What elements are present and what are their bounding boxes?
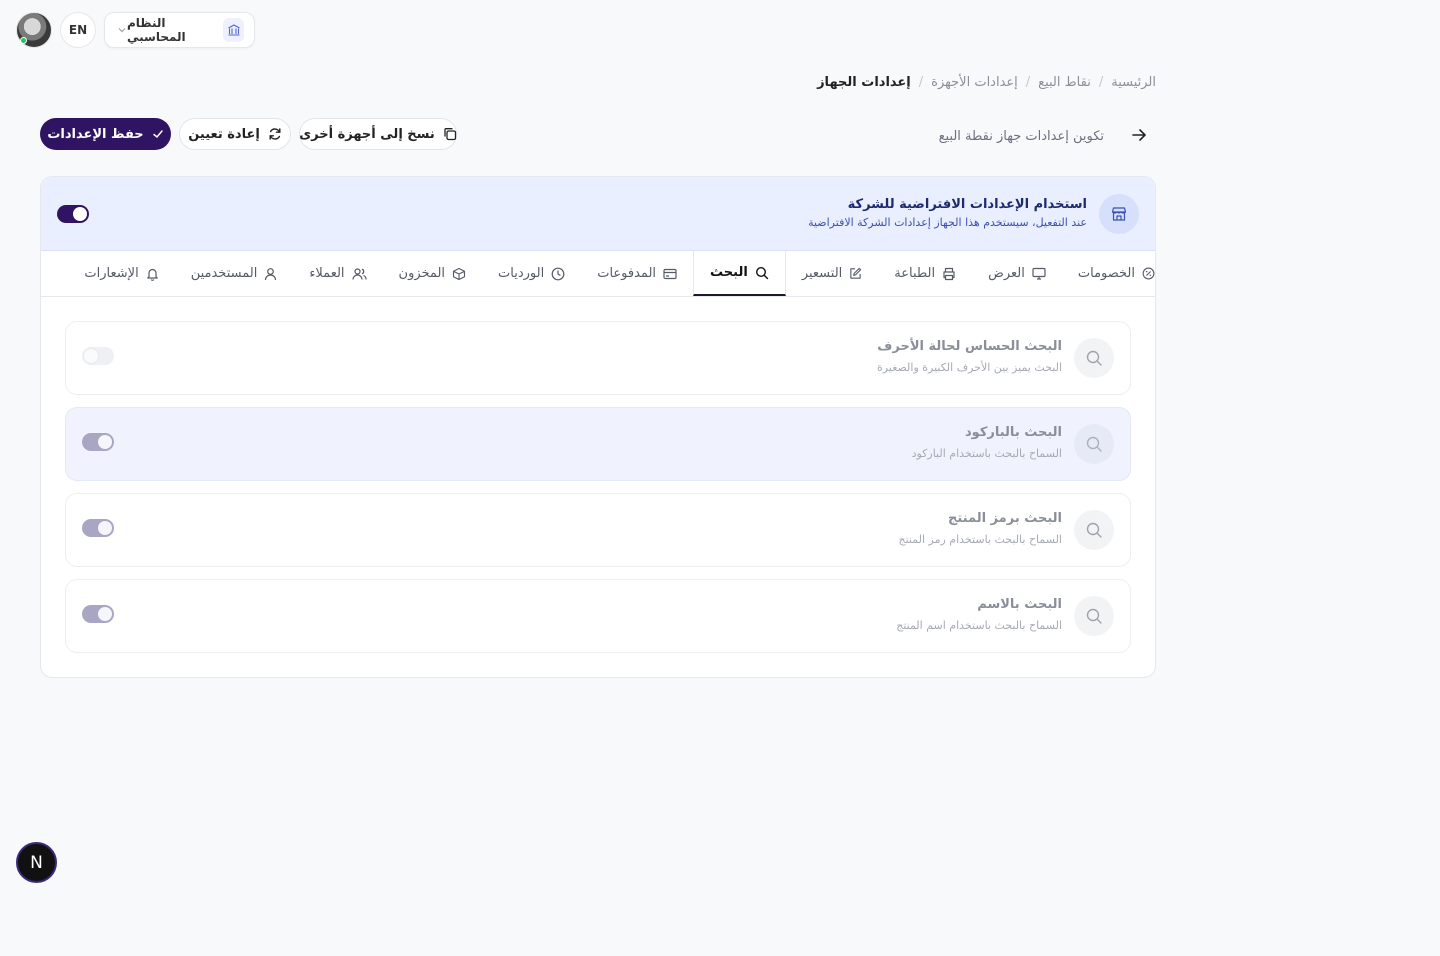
user-icon — [264, 267, 277, 281]
store-icon — [1099, 194, 1139, 234]
tab-label: التسعير — [801, 266, 843, 281]
tab-label: الطباعة — [894, 266, 936, 281]
tab-search[interactable]: البحث — [693, 251, 786, 296]
tab-label: المستخدمين — [190, 266, 258, 281]
search-icon — [1074, 338, 1114, 378]
breadcrumb: الرئيسية / نقاط البيع / إعدادات الأجهزة … — [817, 72, 1156, 92]
company-defaults-banner: استخدام الإعدادات الافتراضية للشركة عند … — [41, 177, 1155, 251]
online-status-dot — [20, 37, 27, 44]
reset-label: إعادة تعيين — [188, 126, 260, 142]
setting-row-barcode: البحث بالباركود السماح بالبحث باستخدام ا… — [65, 407, 1131, 481]
page-subtitle: تكوين إعدادات جهاز نقطة البيع — [938, 129, 1104, 144]
check-icon — [152, 128, 164, 140]
tab-payments[interactable]: المدفوعات — [581, 251, 693, 296]
printer-icon — [942, 267, 956, 281]
chevron-down-icon — [117, 25, 127, 35]
setting-description: البحث يميز بين الأحرف الكبيرة والصغيرة — [877, 361, 1062, 374]
tab-label: العرض — [988, 266, 1025, 281]
tab-label: الخصومات — [1077, 266, 1135, 281]
company-defaults-title: استخدام الإعدادات الافتراضية للشركة — [847, 197, 1087, 212]
search-icon — [1074, 424, 1114, 464]
bell-icon — [146, 267, 159, 281]
breadcrumb-separator: / — [918, 74, 924, 90]
tab-users[interactable]: المستخدمين — [175, 251, 294, 296]
language-toggle-button[interactable]: EN — [60, 12, 96, 48]
refresh-icon — [268, 127, 282, 141]
case-sensitive-toggle[interactable] — [82, 347, 114, 365]
tab-shifts[interactable]: الورديات — [482, 251, 581, 296]
breadcrumb-pos[interactable]: نقاط البيع — [1038, 75, 1091, 90]
users-icon — [351, 267, 367, 281]
search-icon — [1074, 510, 1114, 550]
clock-icon — [551, 267, 565, 281]
name-search-toggle[interactable] — [82, 605, 114, 623]
setting-title: البحث بالباركود — [965, 425, 1062, 440]
setting-description: السماح بالبحث باستخدام اسم المنتج — [896, 619, 1062, 632]
system-select-label: النظام المحاسبي — [127, 16, 186, 44]
setting-title: البحث الحساس لحالة الأحرف — [877, 339, 1062, 354]
breadcrumb-current: إعدادات الجهاز — [817, 74, 911, 90]
tab-notifications[interactable]: الإشعارات — [68, 251, 174, 296]
tab-label: المخزون — [398, 266, 446, 281]
back-arrow-button[interactable] — [1128, 124, 1150, 146]
tab-pricing[interactable]: التسعير — [786, 251, 878, 296]
breadcrumb-device-settings[interactable]: إعدادات الأجهزة — [931, 75, 1018, 90]
tab-customers[interactable]: العملاء — [293, 251, 382, 296]
company-defaults-toggle[interactable] — [57, 205, 89, 223]
setting-title: البحث بالاسم — [977, 597, 1062, 612]
tab-label: الورديات — [498, 266, 545, 281]
user-avatar[interactable] — [16, 12, 52, 48]
setting-row-name: البحث بالاسم السماح بالبحث باستخدام اسم … — [65, 579, 1131, 653]
device-settings-card: استخدام الإعدادات الافتراضية للشركة عند … — [40, 176, 1156, 678]
copy-to-devices-button[interactable]: نسخ إلى أجهزة أخرى — [299, 118, 457, 150]
tab-discounts[interactable]: الخصومات — [1062, 251, 1155, 296]
tab-display[interactable]: العرض — [972, 251, 1062, 296]
box-icon — [452, 267, 466, 281]
save-settings-button[interactable]: حفظ الإعدادات — [40, 118, 171, 150]
setting-title: البحث برمز المنتج — [948, 511, 1062, 526]
system-select[interactable]: النظام المحاسبي — [104, 12, 255, 48]
copy-to-devices-label: نسخ إلى أجهزة أخرى — [299, 126, 435, 142]
company-defaults-description: عند التفعيل، سيستخدم هذا الجهاز إعدادات … — [808, 216, 1087, 229]
bank-icon — [223, 18, 244, 42]
breadcrumb-home[interactable]: الرئيسية — [1111, 75, 1156, 90]
tab-inventory[interactable]: المخزون — [383, 251, 482, 296]
search-icon — [755, 266, 769, 280]
breadcrumb-separator: / — [1098, 74, 1104, 90]
setting-description: السماح بالبحث باستخدام رمز المنتج — [898, 533, 1062, 546]
credit-card-icon — [663, 268, 677, 280]
arrow-right-icon — [1132, 129, 1146, 141]
setting-description: السماح بالبحث باستخدام الباركود — [911, 447, 1062, 460]
search-icon — [1074, 596, 1114, 636]
copy-icon — [443, 127, 457, 141]
save-settings-label: حفظ الإعدادات — [47, 126, 144, 142]
dev-tools-badge[interactable]: N — [16, 842, 57, 883]
monitor-icon — [1032, 267, 1046, 280]
breadcrumb-separator: / — [1025, 74, 1031, 90]
setting-row-product-code: البحث برمز المنتج السماح بالبحث باستخدام… — [65, 493, 1131, 567]
percent-icon — [1142, 267, 1155, 280]
reset-button[interactable]: إعادة تعيين — [179, 118, 291, 150]
tab-label: الإشعارات — [84, 266, 139, 281]
setting-row-case-sensitive: البحث الحساس لحالة الأحرف البحث يميز بين… — [65, 321, 1131, 395]
tab-printing[interactable]: الطباعة — [878, 251, 972, 296]
product-code-search-toggle[interactable] — [82, 519, 114, 537]
edit-icon — [849, 267, 862, 280]
barcode-search-toggle[interactable] — [82, 433, 114, 451]
tab-label: البحث — [710, 265, 748, 280]
tab-label: المدفوعات — [597, 266, 657, 281]
settings-tabs: الخصومات العرض الطباعة التسعير البحث الم… — [41, 251, 1155, 297]
tab-label: العملاء — [309, 266, 345, 281]
